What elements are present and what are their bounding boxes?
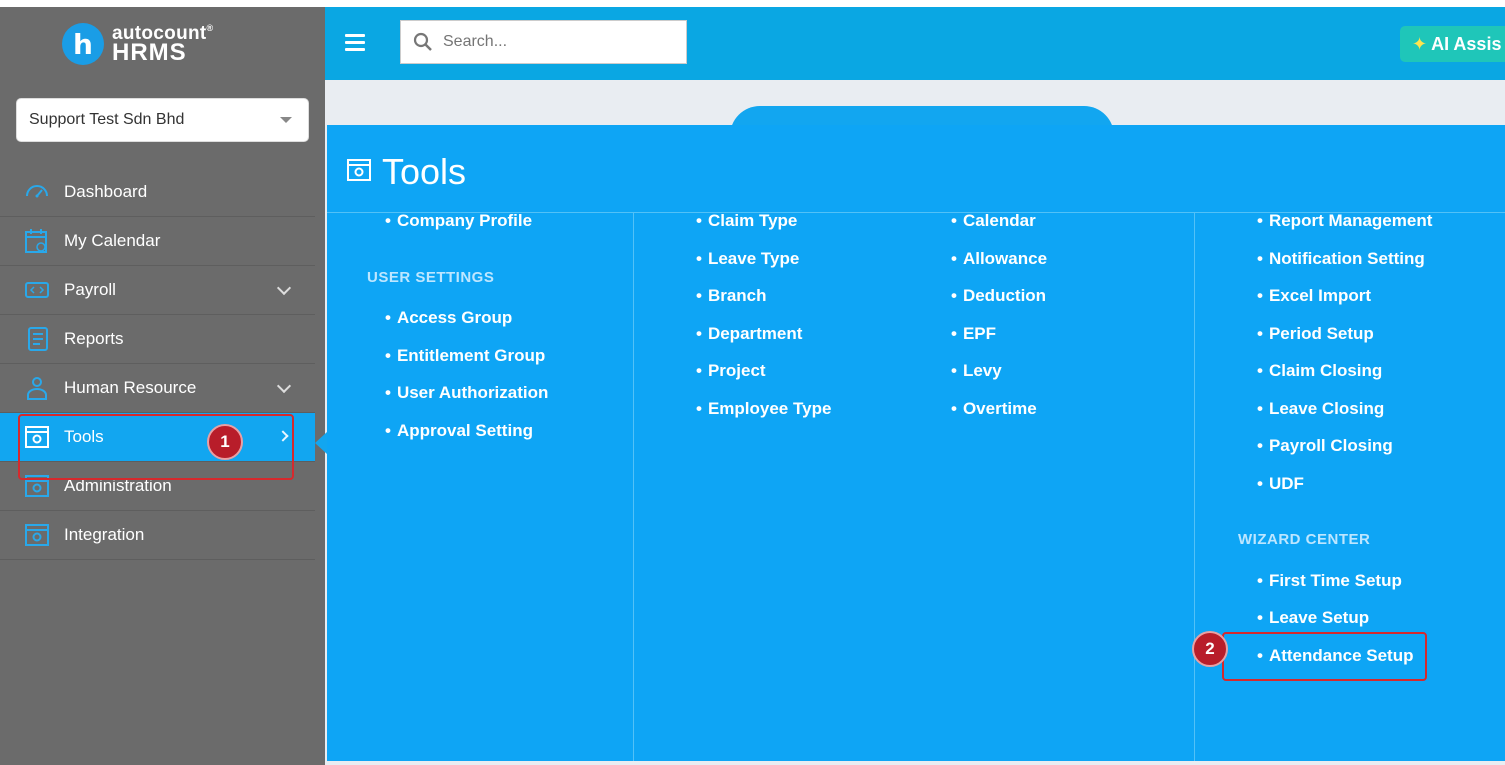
menu-item-excel-import[interactable]: Excel Import <box>1257 286 1371 306</box>
menu-item-allowance[interactable]: Allowance <box>951 249 1047 269</box>
tools-title: Tools <box>382 151 467 192</box>
sidebar-nav: Dashboard My Calendar Payroll Reports Hu… <box>0 168 315 560</box>
sidebar-item-integration[interactable]: Integration <box>0 511 315 560</box>
menu-item-project[interactable]: Project <box>696 361 766 381</box>
menu-item-entitlement-group[interactable]: Entitlement Group <box>385 346 545 366</box>
annotation-box-attendance-setup <box>1222 632 1427 681</box>
company-select[interactable]: Support Test Sdn Bhd <box>16 98 309 142</box>
menu-icon[interactable] <box>345 34 365 51</box>
menu-item-udf[interactable]: UDF <box>1257 474 1304 494</box>
chevron-down-icon <box>276 378 292 394</box>
section-heading-user-settings: USER SETTINGS <box>367 269 495 286</box>
logo-badge: h <box>62 23 104 65</box>
menu-item-department[interactable]: Department <box>696 324 802 344</box>
human-resource-icon <box>27 377 47 400</box>
app-logo[interactable]: h autocount® HRMS <box>62 23 213 65</box>
menu-item-deduction[interactable]: Deduction <box>951 286 1046 306</box>
caret-down-icon <box>280 117 292 123</box>
reports-icon <box>28 327 48 351</box>
menu-item-leave-closing[interactable]: Leave Closing <box>1257 399 1384 419</box>
search-input[interactable] <box>443 31 673 53</box>
menu-item-claim-closing[interactable]: Claim Closing <box>1257 361 1382 381</box>
sidebar-item-reports[interactable]: Reports <box>0 315 315 364</box>
menu-item-calendar[interactable]: Calendar <box>951 211 1036 231</box>
integration-icon <box>25 524 49 546</box>
menu-item-approval-setting[interactable]: Approval Setting <box>385 421 533 441</box>
menu-item-epf[interactable]: EPF <box>951 324 996 344</box>
annotation-box-tools <box>18 414 294 480</box>
menu-item-period-setup[interactable]: Period Setup <box>1257 324 1374 344</box>
menu-item-company-profile[interactable]: Company Profile <box>385 211 532 231</box>
menu-item-notification-setting[interactable]: Notification Setting <box>1257 249 1425 269</box>
tools-icon <box>347 159 371 181</box>
section-heading-wizard-center: WIZARD CENTER <box>1238 531 1371 548</box>
sidebar-item-human-resource[interactable]: Human Resource <box>0 364 315 413</box>
menu-item-leave-type[interactable]: Leave Type <box>696 249 799 269</box>
sparkle-icon: ✦ <box>1412 33 1428 54</box>
search-box[interactable] <box>400 20 687 64</box>
menu-item-levy[interactable]: Levy <box>951 361 1002 381</box>
company-select-value: Support Test Sdn Bhd <box>29 111 185 128</box>
sidebar-item-dashboard[interactable]: Dashboard <box>0 168 315 217</box>
top-bar: ✦ AI Assis <box>325 7 1505 80</box>
menu-item-first-time-setup[interactable]: First Time Setup <box>1257 571 1402 591</box>
column-divider <box>1194 213 1195 761</box>
tools-header: Tools <box>327 125 1505 213</box>
menu-item-payroll-closing[interactable]: Payroll Closing <box>1257 436 1393 456</box>
annotation-step-2: 2 <box>1192 631 1228 667</box>
ai-assistant-button[interactable]: ✦ AI Assis <box>1400 26 1505 62</box>
active-pointer <box>315 432 327 454</box>
sidebar-item-label: Integration <box>64 525 145 544</box>
chevron-down-icon <box>276 280 292 296</box>
logo-registered-mark: ® <box>206 22 214 33</box>
dashboard-icon <box>26 185 48 198</box>
search-icon <box>413 32 432 51</box>
sidebar-item-my-calendar[interactable]: My Calendar <box>0 217 315 266</box>
logo-text: autocount® HRMS <box>112 22 214 66</box>
menu-item-overtime[interactable]: Overtime <box>951 399 1037 419</box>
menu-item-access-group[interactable]: Access Group <box>385 308 512 328</box>
sidebar-item-label: My Calendar <box>64 231 161 250</box>
sidebar-item-payroll[interactable]: Payroll <box>0 266 315 315</box>
calendar-icon <box>25 229 47 253</box>
annotation-step-1: 1 <box>207 424 243 460</box>
sidebar-item-label: Dashboard <box>64 182 148 201</box>
sidebar-item-label: Reports <box>64 329 124 348</box>
menu-item-employee-type[interactable]: Employee Type <box>696 399 831 419</box>
menu-item-branch[interactable]: Branch <box>696 286 767 306</box>
payroll-icon <box>25 282 49 298</box>
menu-item-report-management[interactable]: Report Management <box>1257 211 1432 231</box>
menu-item-leave-setup[interactable]: Leave Setup <box>1257 608 1369 628</box>
logo-bottom-text: HRMS <box>112 38 187 66</box>
column-divider <box>633 213 634 761</box>
menu-item-claim-type[interactable]: Claim Type <box>696 211 797 231</box>
ai-assistant-label: AI Assis <box>1431 33 1502 54</box>
sidebar-item-label: Human Resource <box>64 378 197 397</box>
sidebar-item-label: Payroll <box>64 280 116 299</box>
menu-item-user-authorization[interactable]: User Authorization <box>385 383 548 403</box>
